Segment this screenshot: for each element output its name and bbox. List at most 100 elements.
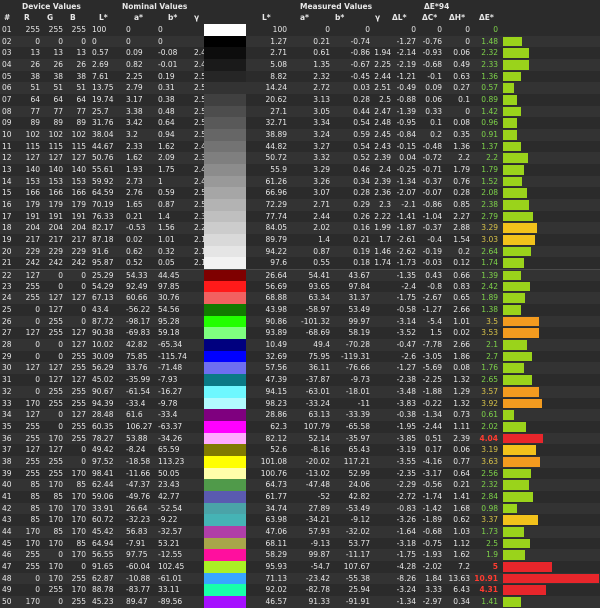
measured-l: 14.24 [265,83,287,93]
measured-l: 47.39 [265,375,287,385]
device-b: 191 [71,211,86,221]
device-r: 127 [25,363,40,373]
nominal-b: 0.05 [158,258,175,268]
row-index: 19 [2,235,12,245]
table-row: 27 127 255 127 90.38 -69.83 59.18 93.89 -68.69 58… [0,327,600,340]
table-row: 30 127 127 255 56.29 33.76 -71.48 57.56 36.11 -76… [0,362,600,375]
device-g: 166 [48,188,63,198]
device-r: 0 [35,375,40,385]
measured-b: -33.39 [345,410,370,420]
device-r: 255 [25,293,40,303]
row-index: 33 [2,398,12,408]
device-b: 51 [76,83,86,93]
color-swatch [204,444,246,456]
nominal-a: -10.88 [126,573,151,583]
measured-l: 27.1 [270,106,287,116]
color-swatch [204,572,246,585]
measured-l: 61.77 [265,491,287,501]
table-row: 25 0 127 0 43.4 -56.22 54.56 43.98 -58.97 53.49 -0… [0,304,600,316]
device-g: 204 [48,223,63,233]
measured-a: 93.65 [308,281,330,291]
nominal-a: 2.76 [126,188,143,198]
nominal-a: 3.17 [126,95,143,105]
device-r: 51 [30,83,40,93]
nominal-l: 2.69 [92,60,109,70]
table-row: 46 255 0 170 56.55 97.75 -12.55 58.29 99.87 -11.1… [0,549,600,561]
measured-a: 3.29 [313,165,330,175]
table-row: 39 255 255 170 98.41 -11.66 50.05 100.76 -13.02 5… [0,467,600,480]
delta-e: 3.63 [481,456,498,466]
row-index: 43 [2,515,12,525]
device-b: 255 [71,596,86,606]
delta-h: 1.62 [453,550,470,560]
device-b: 0 [81,561,86,571]
device-r: 0 [35,340,40,350]
measured-b: 25.94 [348,585,370,595]
row-index: 28 [2,340,12,350]
delta-h: 0.06 [453,48,470,58]
delta-h: 1.32 [453,398,470,408]
device-b: 255 [71,433,86,443]
delta-e-bar [503,468,531,479]
table-row: 11 115 115 115 44.67 2.33 1.62 2.44 44.82 3.27 0.5… [0,140,600,153]
row-index: 40 [2,480,12,490]
measured-b: -0.74 [350,36,370,46]
measured-a: 2.71 [313,200,330,210]
measured-a: -101.32 [301,316,330,326]
table-row: 10 102 102 102 38.04 3.2 0.94 2.5 38.89 3.24 0.59 2… [0,129,600,141]
measured-l: 58.29 [265,550,287,560]
delta-l: -3.26 [396,515,416,525]
delta-l: -0.49 [396,83,416,93]
measured-b: -0.67 [350,60,370,70]
measurement-table: 01 255 255 255 100 0 0 100 0 0 0 0 0 0 02 0 0 0 0 0 0 1.27 0.2… [0,24,600,608]
delta-e-bar [503,433,544,444]
measured-b: 0.54 [353,141,370,151]
measured-l: 94.15 [265,386,287,396]
device-b: 26 [76,60,86,70]
measured-b: 0.34 [353,176,370,186]
device-r: 242 [25,258,40,268]
delta-c: -0.68 [422,60,442,70]
row-index: 34 [2,410,12,420]
delta-e-bar [503,596,521,607]
table-row: 21 242 242 242 95.87 0.52 0.05 2.12 97.6 0.55 0.18… [0,257,600,270]
device-r: 166 [25,188,40,198]
delta-c: -0.22 [422,398,442,408]
delta-l: -0.88 [396,95,416,105]
measured-l: 100.76 [260,468,287,478]
delta-c: 0.06 [425,95,442,105]
device-b: 170 [71,585,86,595]
nominal-l: 67.13 [92,293,114,303]
measured-a: 91.33 [308,596,330,606]
device-g: 229 [48,246,63,256]
device-r: 140 [25,165,40,175]
delta-e-bar [503,118,518,129]
nominal-a: -18.58 [126,456,151,466]
table-row: 13 140 140 140 55.61 1.93 1.75 2.42 55.9 3.29 0.46… [0,164,600,176]
color-swatch [204,385,246,398]
nominal-a: -98.17 [126,316,151,326]
nominal-l: 25.7 [92,106,109,116]
nominal-b: -9.22 [158,515,178,525]
nominal-a: 1.93 [126,165,143,175]
device-r: 255 [25,561,40,571]
row-index: 05 [2,71,12,81]
table-row: 03 13 13 13 0.57 0.09 -0.08 2.46 2.71 0.61 -0.86 1.… [0,47,600,60]
nominal-a: 0 [126,36,131,46]
color-swatch [204,525,246,538]
measured-l: 82.12 [265,433,287,443]
delta-h: 2.88 [453,223,470,233]
nominal-b: 42.77 [158,491,180,501]
measured-gamma: 1.74 [374,258,391,268]
measured-l: 98.23 [265,398,287,408]
device-g: 26 [53,60,63,70]
col-r: R [24,13,30,22]
table-row: 01 255 255 255 100 0 0 100 0 0 0 0 0 0 [0,24,600,36]
measured-a: 99.87 [308,550,330,560]
measured-gamma: 2.39 [374,153,391,163]
color-swatch [204,129,246,141]
nominal-b: 0.48 [158,106,175,116]
device-b: 170 [71,550,86,560]
device-b: 127 [71,293,86,303]
nominal-l: 60.72 [92,515,114,525]
